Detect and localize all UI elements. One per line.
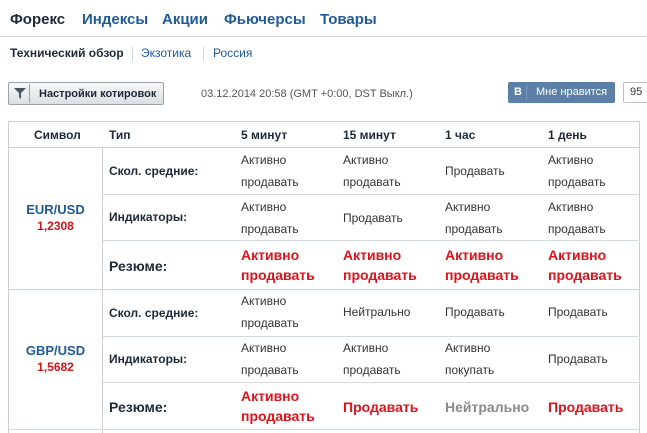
pair-gbpusd: GBP/USD 1,5682 bbox=[9, 343, 102, 374]
header-1day: 1 день bbox=[548, 128, 587, 142]
forex-subtabs: Технический обзор Экзотика Россия bbox=[0, 44, 647, 64]
header-1hour: 1 час bbox=[445, 128, 476, 142]
vk-like-button[interactable]: В Мне нравится bbox=[508, 82, 615, 103]
signal-cell: Активно продавать bbox=[548, 200, 606, 236]
pair-eurusd: EUR/USD 1,2308 bbox=[9, 202, 102, 233]
row-label-summary: Резюме: bbox=[109, 258, 168, 274]
tab-indices[interactable]: Индексы bbox=[82, 11, 148, 28]
subtab-divider bbox=[132, 47, 133, 61]
summary-cell: Нейтрально bbox=[445, 399, 530, 415]
quote-settings-label: Настройки котировок bbox=[39, 88, 157, 100]
signal-cell: Активно продавать bbox=[548, 153, 606, 189]
summary-cell: Активно продавать bbox=[343, 247, 417, 283]
signal-cell: Продавать bbox=[548, 352, 608, 366]
quote-settings-button[interactable]: Настройки котировок bbox=[8, 82, 164, 105]
vk-icon: В bbox=[511, 85, 527, 100]
subtab-exotics[interactable]: Экзотика bbox=[141, 46, 191, 60]
summary-cell: Продавать bbox=[548, 399, 624, 415]
signal-cell: Активно продавать bbox=[343, 153, 401, 189]
symbol-link[interactable]: GBP/USD bbox=[9, 343, 102, 358]
filter-icon bbox=[10, 84, 30, 103]
header-divider bbox=[9, 147, 640, 148]
signal-cell: Активно продавать bbox=[241, 153, 299, 189]
row-label-moving-averages: Скол. средние: bbox=[109, 164, 199, 178]
technical-summary-table: Символ Тип 5 минут 15 минут 1 час 1 день… bbox=[8, 121, 640, 433]
table-bottom-edge bbox=[9, 429, 640, 430]
signal-cell: Активно продавать bbox=[241, 341, 299, 377]
symbol-link[interactable]: EUR/USD bbox=[9, 202, 102, 217]
tab-futures[interactable]: Фьючерсы bbox=[224, 11, 306, 28]
symbol-price: 1,5682 bbox=[37, 360, 74, 374]
header-symbol: Символ bbox=[34, 128, 81, 142]
row-label-indicators: Индикаторы: bbox=[109, 352, 188, 366]
summary-cell: Продавать bbox=[343, 399, 419, 415]
summary-cell: Активно продавать bbox=[241, 247, 315, 283]
row-divider bbox=[103, 194, 640, 195]
timestamp: 03.12.2014 20:58 (GMT +0:00, DST Выкл.) bbox=[201, 88, 413, 100]
summary-cell: Активно продавать bbox=[241, 388, 315, 424]
vk-like-label: Мне нравится bbox=[536, 86, 608, 98]
tab-commodities[interactable]: Товары bbox=[320, 11, 377, 28]
signal-cell: Продавать bbox=[343, 211, 403, 225]
subtab-technical-overview[interactable]: Технический обзор bbox=[10, 46, 124, 60]
tab-forex[interactable]: Форекс bbox=[10, 11, 65, 28]
header-15min: 15 минут bbox=[343, 128, 396, 142]
row-divider bbox=[103, 240, 640, 241]
summary-cell: Активно продавать bbox=[445, 247, 519, 283]
symbol-price: 1,2308 bbox=[37, 219, 74, 233]
row-label-summary: Резюме: bbox=[109, 399, 168, 415]
signal-cell: Нейтрально bbox=[343, 305, 411, 319]
signal-cell: Продавать bbox=[445, 305, 505, 319]
subtab-russia[interactable]: Россия bbox=[213, 46, 252, 60]
signal-cell: Продавать bbox=[445, 164, 505, 178]
header-type: Тип bbox=[109, 128, 131, 142]
pair-divider bbox=[9, 289, 640, 290]
symbol-column-divider bbox=[102, 148, 103, 433]
signal-cell: Активно продавать bbox=[241, 200, 299, 236]
tab-stocks[interactable]: Акции bbox=[162, 11, 208, 28]
signal-cell: Активно покупать bbox=[445, 341, 495, 377]
row-label-moving-averages: Скол. средние: bbox=[109, 306, 199, 320]
row-divider bbox=[103, 382, 640, 383]
market-tabs: Форекс Индексы Акции Фьючерсы Товары bbox=[0, 0, 647, 37]
signal-cell: Продавать bbox=[548, 305, 608, 319]
subtab-divider bbox=[203, 47, 204, 61]
signal-cell: Активно продавать bbox=[343, 341, 401, 377]
signal-cell: Активно продавать bbox=[241, 294, 299, 330]
like-count: 95 bbox=[623, 82, 647, 103]
row-label-indicators: Индикаторы: bbox=[109, 210, 188, 224]
header-5min: 5 минут bbox=[241, 128, 288, 142]
signal-cell: Активно продавать bbox=[445, 200, 503, 236]
summary-cell: Активно продавать bbox=[548, 247, 622, 283]
